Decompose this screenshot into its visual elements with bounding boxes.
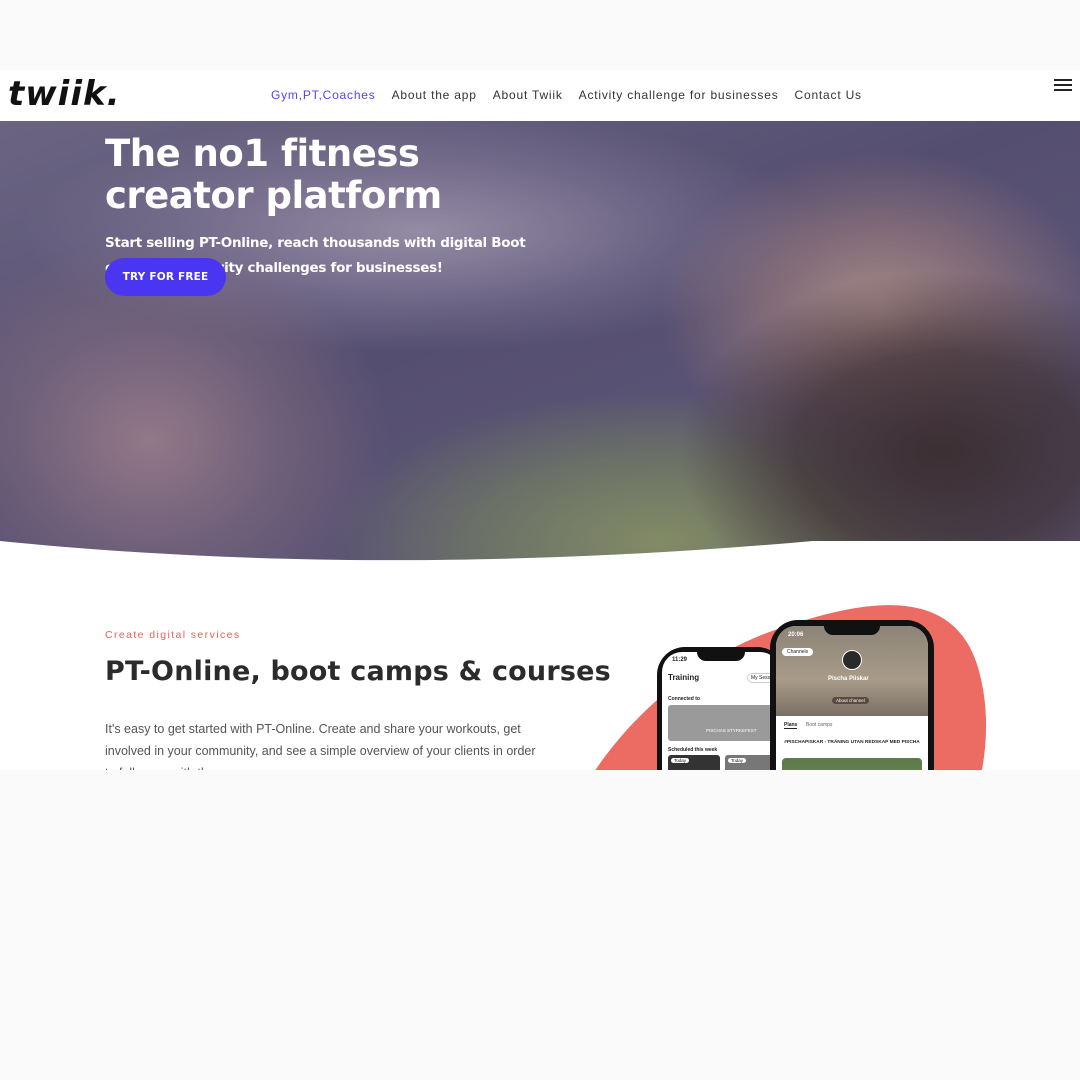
phone-right-time: 20:06: [788, 632, 804, 638]
nav-gym-pt-coaches[interactable]: Gym,PT,Coaches: [263, 88, 384, 102]
nav-activity-challenge[interactable]: Activity challenge for businesses: [571, 88, 787, 102]
phone-right-channels-dropdown[interactable]: Channels: [782, 648, 814, 656]
nav-about-twiik[interactable]: About Twiik: [485, 88, 571, 102]
hero-title: The no1 fitness creator platform: [105, 132, 442, 217]
hamburger-menu-icon[interactable]: [1054, 79, 1072, 93]
phone-left-badge-1: Today: [671, 758, 690, 763]
phone-left-screen: 11:29 Training My Sessions Connected to …: [662, 652, 780, 770]
site-header: twiik. Gym,PT,Coaches About the app Abou…: [0, 70, 1080, 121]
phone-left-notch: [697, 652, 745, 661]
hero-banner: The no1 fitness creator platform Start s…: [0, 121, 1080, 561]
try-for-free-button[interactable]: TRY FOR FREE: [105, 258, 226, 296]
phone-right-about-button[interactable]: About channel: [832, 697, 869, 704]
nav-contact-us[interactable]: Contact Us: [787, 88, 870, 102]
hero-curve-divider: [0, 541, 1080, 561]
section-title: PT-Online, boot camps & courses: [105, 656, 611, 687]
phone-left-channel-card[interactable]: [668, 705, 778, 741]
phone-right-screen: 20:06 Channels Pischa Piiskar About chan…: [776, 626, 928, 770]
phone-right-plan-title: #PISCHAPISKAR - TRÄNING UTAN REDSKAP MED…: [784, 740, 920, 745]
phone-left-time: 11:29: [672, 657, 688, 663]
nav-about-app[interactable]: About the app: [384, 88, 485, 102]
phone-right-plan-image[interactable]: [782, 758, 922, 770]
phone-right-channel-avatar: [842, 650, 862, 670]
phone-right-notch: [824, 626, 880, 635]
main-nav: Gym,PT,Coaches About the app About Twiik…: [263, 88, 870, 102]
phone-left-connected-label: Connected to: [668, 696, 700, 702]
section-body: It's easy to get started with PT-Online.…: [105, 722, 536, 770]
section-eyebrow: Create digital services: [105, 629, 241, 641]
phone-right-tab-bootcamps[interactable]: Boot camps: [806, 722, 832, 728]
phone-left-scheduled-label: Scheduled this week: [668, 747, 718, 753]
phone-right-tab-plans[interactable]: Plans: [784, 722, 798, 729]
phone-left-card-label: PISCHAS STYRKEFEST: [706, 728, 757, 733]
browser-viewport: twiik. Gym,PT,Coaches About the app Abou…: [0, 70, 1080, 770]
phone-left: 11:29 Training My Sessions Connected to …: [657, 647, 785, 770]
phone-left-header: Training: [668, 673, 700, 682]
phone-right: 20:06 Channels Pischa Piiskar About chan…: [770, 620, 934, 770]
phone-left-badge-2: Today: [728, 758, 747, 763]
twiik-logo[interactable]: twiik.: [8, 74, 121, 114]
phone-right-profile-name: Pischa Piiskar: [828, 676, 869, 682]
